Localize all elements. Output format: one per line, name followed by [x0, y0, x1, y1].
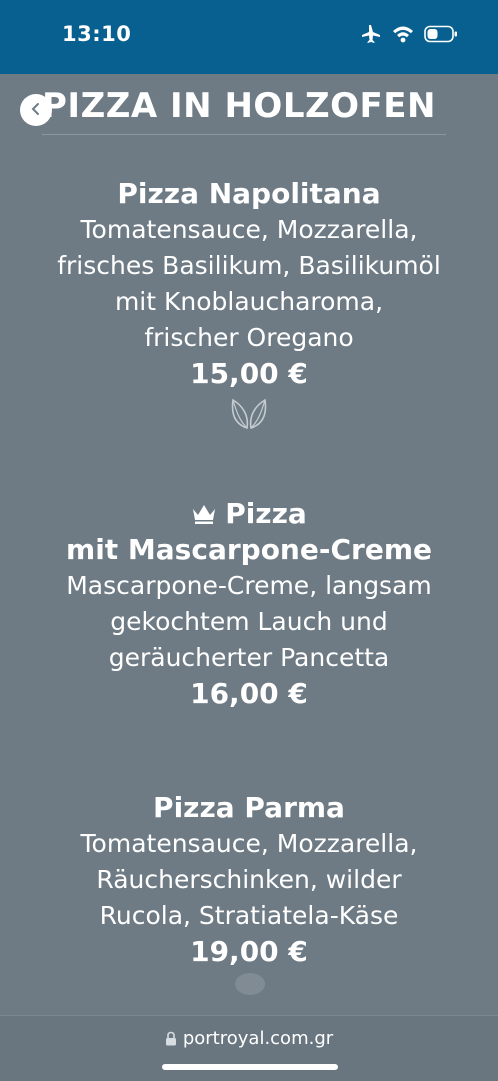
item-description-line: Rucola, Stratiatela-Käse — [99, 901, 399, 930]
item-description-line: gekochtem Lauch und — [110, 607, 388, 636]
lock-icon — [165, 1031, 176, 1046]
item-description-line: Mascarpone-Creme, langsam — [66, 571, 432, 600]
item-price: 15,00 € — [190, 357, 308, 390]
browser-bottom-bar: portroyal.com.gr — [0, 1015, 498, 1081]
item-description-line: Räucherschinken, wilder — [96, 865, 402, 894]
status-bar: 13:10 — [0, 0, 498, 74]
item-name-line: mit Mascarpone-Creme — [66, 533, 432, 566]
home-indicator[interactable] — [162, 1064, 338, 1070]
item-name: Pizza Parma — [153, 791, 345, 824]
menu-item: Pizza Parma Tomatensauce, Mozzarella, Rä… — [0, 790, 498, 970]
item-description-line: Tomatensauce, Mozzarella, — [80, 215, 418, 244]
title-divider — [42, 134, 446, 135]
item-description-line: frisches Basilikum, Basilikumöl — [57, 251, 441, 280]
item-price: 19,00 € — [190, 935, 308, 968]
battery-icon — [424, 25, 458, 43]
item-name: Pizza Napolitana — [117, 177, 381, 210]
wifi-icon — [392, 25, 414, 43]
chevron-left-icon — [30, 101, 42, 120]
item-name-line: Pizza — [0, 496, 498, 532]
leaf-icon — [231, 398, 267, 430]
item-name-text: Pizza — [225, 497, 307, 530]
item-description-line: Tomatensauce, Mozzarella, — [80, 829, 418, 858]
item-description-line: geräucherter Pancetta — [108, 643, 390, 672]
url-bar[interactable]: portroyal.com.gr — [0, 1028, 498, 1049]
page-title: PIZZA IN HOLZOFEN — [42, 86, 436, 126]
status-time: 13:10 — [62, 22, 132, 46]
crown-icon — [193, 505, 216, 524]
item-description-line: frischer Oregano — [144, 323, 354, 352]
status-icons — [360, 24, 458, 44]
menu-item: Pizza mit Mascarpone-Creme Mascarpone-Cr… — [0, 496, 498, 712]
menu-item: Pizza Napolitana Tomatensauce, Mozzarell… — [0, 176, 498, 430]
airplane-icon — [360, 24, 382, 44]
url-text: portroyal.com.gr — [182, 1028, 334, 1049]
faded-leaf-icon — [235, 973, 265, 995]
item-price: 16,00 € — [190, 677, 308, 710]
item-description-line: mit Knoblaucharoma, — [114, 287, 384, 316]
page-header: PIZZA IN HOLZOFEN — [0, 74, 498, 136]
